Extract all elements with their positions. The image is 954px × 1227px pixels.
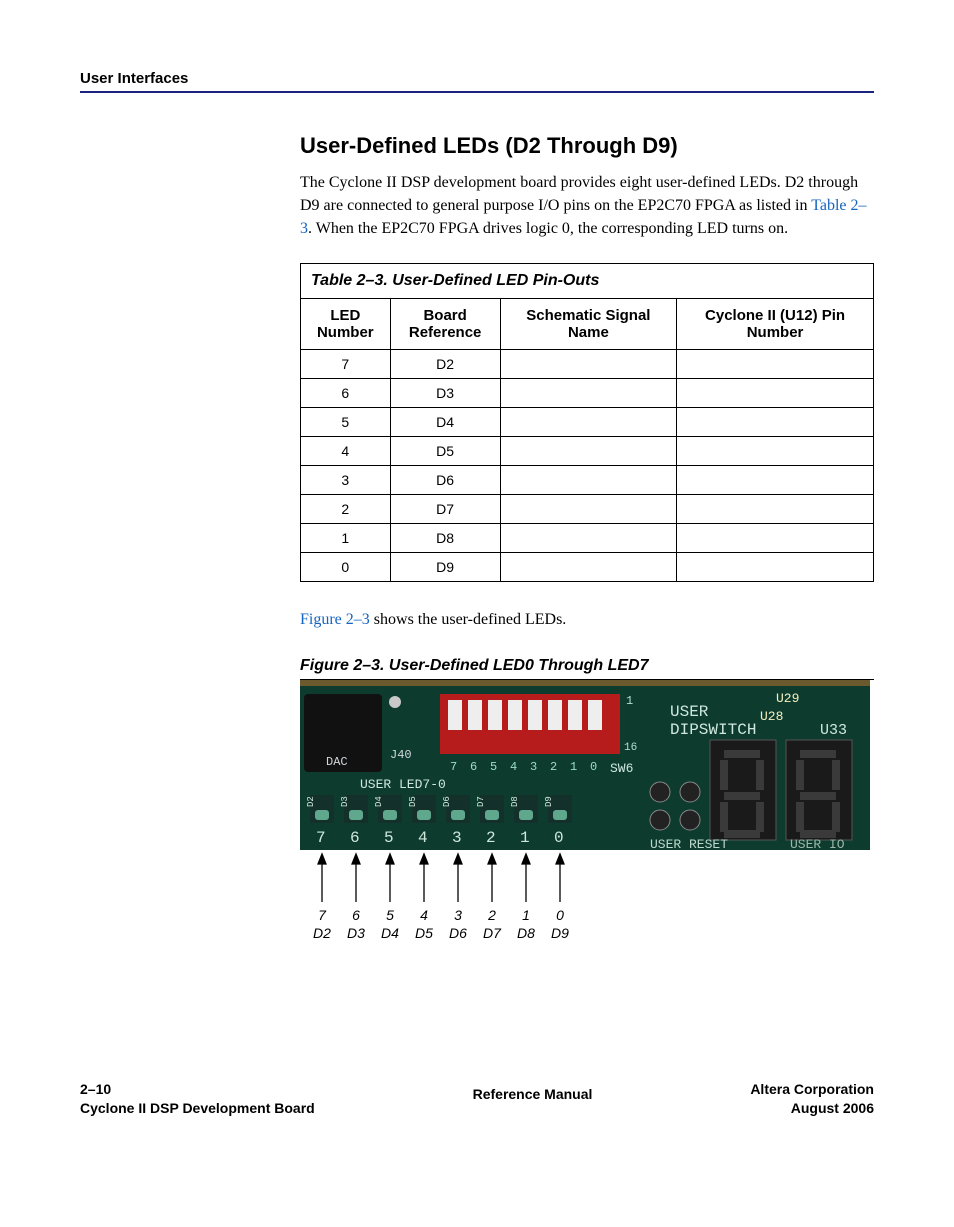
svg-text:6: 6: [470, 760, 477, 774]
svg-text:D3: D3: [347, 925, 365, 941]
svg-text:1: 1: [570, 760, 577, 774]
svg-text:D8: D8: [510, 796, 520, 807]
svg-text:D5: D5: [408, 796, 418, 807]
svg-text:1: 1: [626, 694, 633, 708]
svg-text:0: 0: [590, 760, 597, 774]
svg-text:4: 4: [510, 760, 517, 774]
svg-text:3: 3: [452, 829, 462, 847]
table-row: 2D7: [301, 494, 874, 523]
svg-text:2: 2: [487, 907, 496, 923]
footer-company: Altera Corporation: [750, 1080, 874, 1099]
page-header: User Interfaces: [80, 70, 874, 93]
svg-text:5: 5: [490, 760, 497, 774]
footer-product: Cyclone II DSP Development Board: [80, 1099, 315, 1118]
footer-page: 2–10: [80, 1080, 315, 1099]
svg-text:7: 7: [316, 829, 326, 847]
svg-text:6: 6: [352, 907, 360, 923]
figure-intro-b: shows the user-defined LEDs.: [370, 611, 567, 628]
svg-text:D6: D6: [449, 925, 467, 941]
svg-text:D4: D4: [374, 796, 384, 807]
th-board-ref: BoardReference: [390, 298, 500, 349]
footer-center: Reference Manual: [473, 1086, 593, 1102]
table-row: 6D3: [301, 378, 874, 407]
figure-caption: Figure 2–3. User-Defined LED0 Through LE…: [300, 657, 874, 675]
svg-text:3: 3: [530, 760, 537, 774]
svg-text:USER: USER: [670, 703, 709, 721]
svg-text:DIPSWITCH: DIPSWITCH: [670, 721, 756, 739]
svg-text:D7: D7: [476, 796, 486, 807]
figure-xref[interactable]: Figure 2–3: [300, 611, 370, 628]
svg-text:D9: D9: [551, 925, 569, 941]
svg-text:0: 0: [554, 829, 564, 847]
svg-text:J40: J40: [390, 748, 412, 762]
para1-a: The Cyclone II DSP development board pro…: [300, 174, 858, 214]
svg-text:1: 1: [520, 829, 530, 847]
header-section-label: User Interfaces: [80, 70, 874, 87]
main-content: User-Defined LEDs (D2 Through D9) The Cy…: [300, 133, 874, 960]
figure-svg: DAC J40 7 6 5 4 3 2 1 0 1 16: [300, 680, 870, 960]
th-pin: Cyclone II (U12) PinNumber: [677, 298, 874, 349]
table-caption: Table 2–3. User-Defined LED Pin-Outs: [300, 263, 874, 298]
table-row: 5D4: [301, 407, 874, 436]
svg-text:U29: U29: [776, 691, 799, 706]
svg-text:7: 7: [318, 907, 327, 923]
svg-text:SW6: SW6: [610, 761, 633, 776]
svg-text:D6: D6: [442, 796, 452, 807]
svg-text:3: 3: [454, 907, 462, 923]
svg-text:4: 4: [420, 907, 428, 923]
svg-text:D3: D3: [340, 796, 350, 807]
svg-text:5: 5: [386, 907, 394, 923]
section-title: User-Defined LEDs (D2 Through D9): [300, 133, 874, 159]
led-pinout-table: Table 2–3. User-Defined LED Pin-Outs LED…: [300, 263, 874, 582]
figure-intro: Figure 2–3 shows the user-defined LEDs.: [300, 608, 874, 631]
th-led: LEDNumber: [301, 298, 391, 349]
table-row: 1D8: [301, 523, 874, 552]
svg-text:DAC: DAC: [326, 755, 348, 769]
svg-text:D4: D4: [381, 925, 399, 941]
page-footer: 2–10 Cyclone II DSP Development Board Re…: [80, 1080, 874, 1118]
para1-b: . When the EP2C70 FPGA drives logic 0, t…: [308, 220, 788, 237]
header-rule: [80, 91, 874, 93]
table-row: 3D6: [301, 465, 874, 494]
svg-text:4: 4: [418, 829, 428, 847]
svg-text:USER RESET: USER RESET: [650, 837, 728, 852]
svg-text:5: 5: [384, 829, 394, 847]
svg-text:D2: D2: [306, 796, 316, 807]
svg-text:D2: D2: [313, 925, 331, 941]
svg-text:1: 1: [522, 907, 530, 923]
th-schematic: Schematic SignalName: [500, 298, 676, 349]
svg-text:USER LED7-0: USER LED7-0: [360, 777, 446, 792]
svg-text:2: 2: [550, 760, 557, 774]
svg-text:D8: D8: [517, 925, 535, 941]
table-row: 7D2: [301, 349, 874, 378]
svg-text:D9: D9: [544, 796, 554, 807]
svg-text:2: 2: [486, 829, 496, 847]
svg-text:6: 6: [350, 829, 360, 847]
svg-text:USER IO: USER IO: [790, 837, 845, 852]
section-paragraph-1: The Cyclone II DSP development board pro…: [300, 171, 874, 241]
svg-text:U33: U33: [820, 722, 847, 739]
table-row: 4D5: [301, 436, 874, 465]
svg-text:0: 0: [556, 907, 564, 923]
svg-text:U28: U28: [760, 709, 783, 724]
svg-text:7: 7: [450, 760, 457, 774]
table-row: 0D9: [301, 552, 874, 581]
footer-date: August 2006: [750, 1099, 874, 1118]
svg-text:D7: D7: [483, 925, 502, 941]
svg-text:D5: D5: [415, 925, 433, 941]
figure-2-3: Figure 2–3. User-Defined LED0 Through LE…: [300, 657, 874, 960]
svg-text:16: 16: [624, 742, 637, 754]
